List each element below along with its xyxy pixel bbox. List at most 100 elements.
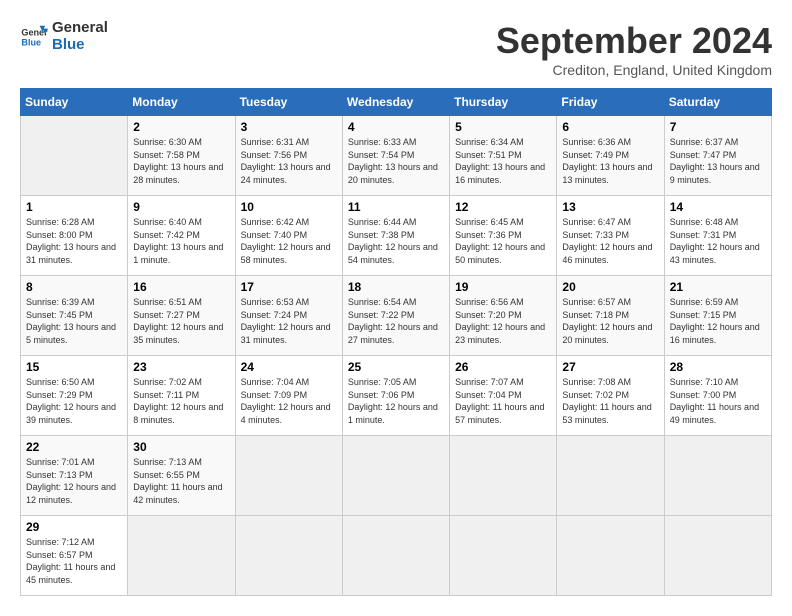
day-info: Sunrise: 6:39 AM Sunset: 7:45 PM Dayligh…: [26, 296, 122, 346]
day-info: Sunrise: 6:42 AM Sunset: 7:40 PM Dayligh…: [241, 216, 337, 266]
day-number: 18: [348, 280, 444, 294]
title-section: September 2024 Crediton, England, United…: [496, 20, 772, 78]
day-number: 8: [26, 280, 122, 294]
calendar-cell: [664, 436, 771, 516]
day-number: 13: [562, 200, 658, 214]
day-info: Sunrise: 6:54 AM Sunset: 7:22 PM Dayligh…: [348, 296, 444, 346]
calendar-cell: 30 Sunrise: 7:13 AM Sunset: 6:55 PM Dayli…: [128, 436, 235, 516]
calendar-cell: 20 Sunrise: 6:57 AM Sunset: 7:18 PM Dayli…: [557, 276, 664, 356]
calendar-cell: 18 Sunrise: 6:54 AM Sunset: 7:22 PM Dayli…: [342, 276, 449, 356]
day-number: 29: [26, 520, 122, 534]
header-day-saturday: Saturday: [664, 89, 771, 116]
day-info: Sunrise: 7:10 AM Sunset: 7:00 PM Dayligh…: [670, 376, 766, 426]
calendar-cell: 22Sunrise: 7:01 AM Sunset: 7:13 PM Dayli…: [21, 436, 128, 516]
day-info: Sunrise: 6:40 AM Sunset: 7:42 PM Dayligh…: [133, 216, 229, 266]
day-number: 14: [670, 200, 766, 214]
day-info: Sunrise: 6:33 AM Sunset: 7:54 PM Dayligh…: [348, 136, 444, 186]
day-number: 25: [348, 360, 444, 374]
day-number: 19: [455, 280, 551, 294]
calendar-cell: [557, 436, 664, 516]
calendar-cell: [21, 116, 128, 196]
location-title: Crediton, England, United Kingdom: [496, 62, 772, 78]
day-number: 9: [133, 200, 229, 214]
day-number: 2: [133, 120, 229, 134]
day-number: 26: [455, 360, 551, 374]
header-day-thursday: Thursday: [450, 89, 557, 116]
day-info: Sunrise: 6:51 AM Sunset: 7:27 PM Dayligh…: [133, 296, 229, 346]
calendar-cell: 1 Sunrise: 6:28 AM Sunset: 8:00 PM Daylig…: [21, 196, 128, 276]
calendar-cell: 17Sunrise: 6:53 AM Sunset: 7:24 PM Dayli…: [235, 276, 342, 356]
header-day-tuesday: Tuesday: [235, 89, 342, 116]
calendar-cell: 23 Sunrise: 7:02 AM Sunset: 7:11 PM Dayli…: [128, 356, 235, 436]
logo-icon: General Blue: [20, 23, 48, 51]
header-day-monday: Monday: [128, 89, 235, 116]
day-number: 24: [241, 360, 337, 374]
day-number: 7: [670, 120, 766, 134]
calendar-cell: 6 Sunrise: 6:36 AM Sunset: 7:49 PM Daylig…: [557, 116, 664, 196]
calendar-cell: [128, 516, 235, 596]
day-number: 23: [133, 360, 229, 374]
day-info: Sunrise: 7:08 AM Sunset: 7:02 PM Dayligh…: [562, 376, 658, 426]
calendar-week-row: 15 Sunrise: 6:50 AM Sunset: 7:29 PM Dayli…: [21, 356, 772, 436]
logo-text-blue: Blue: [52, 37, 108, 54]
day-number: 5: [455, 120, 551, 134]
calendar-week-row: 1 Sunrise: 6:28 AM Sunset: 8:00 PM Daylig…: [21, 196, 772, 276]
calendar-cell: 16 Sunrise: 6:51 AM Sunset: 7:27 PM Dayli…: [128, 276, 235, 356]
day-number: 15: [26, 360, 122, 374]
day-info: Sunrise: 6:30 AM Sunset: 7:58 PM Dayligh…: [133, 136, 229, 186]
calendar-cell: [557, 516, 664, 596]
logo: General Blue General Blue: [20, 20, 108, 53]
day-info: Sunrise: 6:28 AM Sunset: 8:00 PM Dayligh…: [26, 216, 122, 266]
day-info: Sunrise: 6:57 AM Sunset: 7:18 PM Dayligh…: [562, 296, 658, 346]
day-number: 16: [133, 280, 229, 294]
day-number: 22: [26, 440, 122, 454]
day-number: 6: [562, 120, 658, 134]
day-info: Sunrise: 6:31 AM Sunset: 7:56 PM Dayligh…: [241, 136, 337, 186]
day-number: 21: [670, 280, 766, 294]
day-info: Sunrise: 6:36 AM Sunset: 7:49 PM Dayligh…: [562, 136, 658, 186]
day-info: Sunrise: 7:05 AM Sunset: 7:06 PM Dayligh…: [348, 376, 444, 426]
calendar-header-row: SundayMondayTuesdayWednesdayThursdayFrid…: [21, 89, 772, 116]
calendar-cell: 15 Sunrise: 6:50 AM Sunset: 7:29 PM Dayli…: [21, 356, 128, 436]
day-number: 11: [348, 200, 444, 214]
day-number: 3: [241, 120, 337, 134]
calendar-cell: [450, 436, 557, 516]
calendar-cell: 19Sunrise: 6:56 AM Sunset: 7:20 PM Dayli…: [450, 276, 557, 356]
day-info: Sunrise: 6:45 AM Sunset: 7:36 PM Dayligh…: [455, 216, 551, 266]
header-day-friday: Friday: [557, 89, 664, 116]
calendar-cell: 13Sunrise: 6:47 AM Sunset: 7:33 PM Dayli…: [557, 196, 664, 276]
header-day-sunday: Sunday: [21, 89, 128, 116]
calendar-cell: 5Sunrise: 6:34 AM Sunset: 7:51 PM Daylig…: [450, 116, 557, 196]
day-number: 28: [670, 360, 766, 374]
day-info: Sunrise: 7:13 AM Sunset: 6:55 PM Dayligh…: [133, 456, 229, 506]
day-info: Sunrise: 6:59 AM Sunset: 7:15 PM Dayligh…: [670, 296, 766, 346]
calendar-cell: 29Sunrise: 7:12 AM Sunset: 6:57 PM Dayli…: [21, 516, 128, 596]
day-info: Sunrise: 6:44 AM Sunset: 7:38 PM Dayligh…: [348, 216, 444, 266]
day-number: 12: [455, 200, 551, 214]
calendar-cell: 3 Sunrise: 6:31 AM Sunset: 7:56 PM Daylig…: [235, 116, 342, 196]
logo-text-general: General: [52, 20, 108, 37]
day-number: 4: [348, 120, 444, 134]
day-number: 10: [241, 200, 337, 214]
calendar-cell: 2 Sunrise: 6:30 AM Sunset: 7:58 PM Daylig…: [128, 116, 235, 196]
header-day-wednesday: Wednesday: [342, 89, 449, 116]
calendar-week-row: 29Sunrise: 7:12 AM Sunset: 6:57 PM Dayli…: [21, 516, 772, 596]
calendar-week-row: 2 Sunrise: 6:30 AM Sunset: 7:58 PM Daylig…: [21, 116, 772, 196]
day-number: 1: [26, 200, 122, 214]
page-header: General Blue General Blue September 2024…: [20, 20, 772, 78]
calendar-cell: 26Sunrise: 7:07 AM Sunset: 7:04 PM Dayli…: [450, 356, 557, 436]
day-number: 20: [562, 280, 658, 294]
month-title: September 2024: [496, 20, 772, 62]
calendar-cell: [664, 516, 771, 596]
calendar-cell: [342, 436, 449, 516]
day-number: 30: [133, 440, 229, 454]
day-number: 17: [241, 280, 337, 294]
day-info: Sunrise: 6:37 AM Sunset: 7:47 PM Dayligh…: [670, 136, 766, 186]
calendar-cell: [235, 436, 342, 516]
calendar-cell: [450, 516, 557, 596]
calendar-cell: 12 Sunrise: 6:45 AM Sunset: 7:36 PM Dayli…: [450, 196, 557, 276]
calendar-table: SundayMondayTuesdayWednesdayThursdayFrid…: [20, 88, 772, 596]
calendar-cell: 11 Sunrise: 6:44 AM Sunset: 7:38 PM Dayli…: [342, 196, 449, 276]
day-info: Sunrise: 7:02 AM Sunset: 7:11 PM Dayligh…: [133, 376, 229, 426]
day-info: Sunrise: 6:50 AM Sunset: 7:29 PM Dayligh…: [26, 376, 122, 426]
